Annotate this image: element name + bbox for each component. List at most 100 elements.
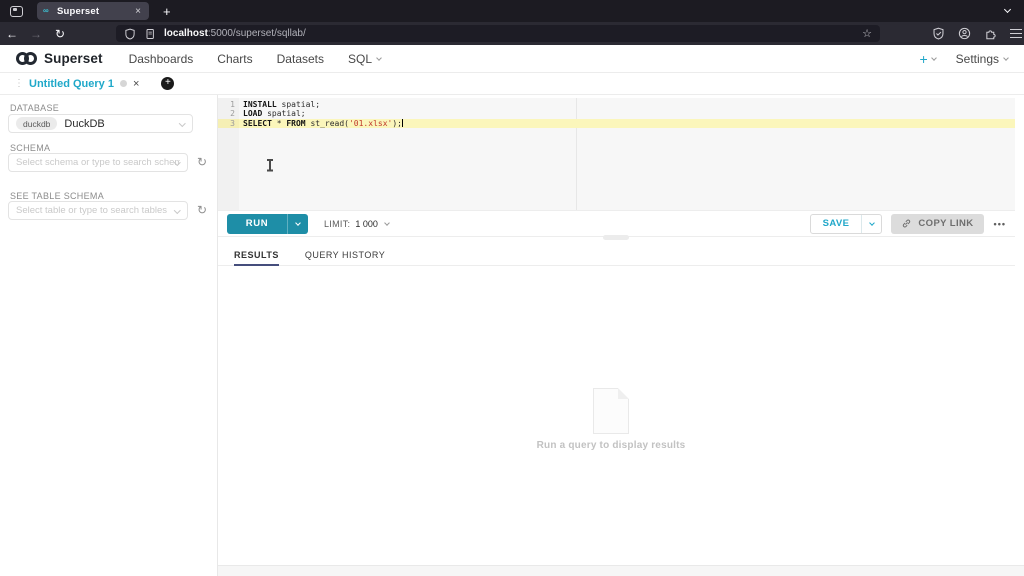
results-tab-bar: RESULTS QUERY HISTORY [218,246,1015,266]
database-value: DuckDB [64,118,104,130]
line-number-active: 3 [218,119,239,128]
save-button-group: SAVE [810,214,883,234]
line-number: 2 [218,109,239,118]
tab-close-icon[interactable]: × [133,6,143,17]
new-content-button[interactable]: + [919,51,935,67]
app-nav-bar: Superset Dashboards Charts Datasets SQL … [0,45,1024,73]
page-info-icon[interactable] [144,28,156,40]
nav-item-dashboards[interactable]: Dashboards [129,52,194,66]
sql-text: ); [392,119,402,128]
run-button-group: RUN [227,214,308,234]
tab-results[interactable]: RESULTS [234,246,279,266]
logo-ring-right [24,52,37,65]
sql-keyword: SELECT [243,119,272,128]
refresh-schemas-icon[interactable]: ↻ [197,155,207,169]
database-select[interactable]: duckdb DuckDB [8,114,193,133]
tab-list-chevron-icon[interactable] [1004,6,1011,13]
reload-icon[interactable]: ↻ [48,27,72,41]
refresh-tables-icon[interactable]: ↻ [197,203,207,217]
code-line[interactable]: LOAD spatial; [239,109,1015,118]
chevron-down-icon [384,220,390,226]
sql-lab-sidebar: DATABASE duckdb DuckDB SCHEMA Select sch… [0,95,218,576]
save-options-button[interactable] [861,215,881,233]
run-button[interactable]: RUN [227,214,287,234]
query-tab-active[interactable]: ⋮ Untitled Query 1 × [8,73,145,95]
save-button[interactable]: SAVE [811,215,862,233]
add-query-tab-button[interactable]: + [161,77,174,90]
schema-label: SCHEMA [10,143,50,153]
sql-text: st_read( [306,119,349,128]
limit-dropdown[interactable]: LIMIT: 1 000 [324,219,389,229]
line-number: 1 [218,100,239,109]
superset-logo-icon[interactable]: Superset [16,51,103,66]
limit-label: LIMIT: [324,219,350,229]
schema-select[interactable]: Select schema or type to search schemas [8,153,188,172]
shield-icon[interactable] [124,28,136,40]
chevron-down-icon [179,120,185,126]
chevron-down-icon [174,207,180,213]
sql-text: spatial; [262,109,305,118]
screen: ∞ Superset × + ← → ↻ localhost:5000/supe… [0,0,1024,576]
mouse-ibeam-cursor [266,159,274,171]
panel-resize-handle[interactable] [603,235,629,240]
forward-icon[interactable]: → [24,27,48,41]
app-nav-right: + Settings [919,45,1008,73]
url-text: localhost:5000/superset/sqllab/ [164,28,862,39]
new-tab-button[interactable]: + [163,4,171,19]
brand-name: Superset [44,51,103,66]
run-options-button[interactable] [287,214,308,234]
table-select[interactable]: Select table or type to search tables [8,201,188,220]
editor-gutter: 1 2 3 [218,98,239,210]
query-tab-label: Untitled Query 1 [29,78,114,90]
code-line-active[interactable]: SELECT * FROM st_read('01.xlsx'); [239,119,1015,128]
nav-item-charts[interactable]: Charts [217,52,252,66]
sql-keyword: LOAD [243,109,262,118]
settings-menu[interactable]: Settings [956,52,1008,66]
browser-nav-bar: ← → ↻ localhost:5000/superset/sqllab/ ☆ [0,22,1024,45]
menu-icon[interactable] [1010,33,1022,35]
query-status-dot [120,80,127,87]
code-line[interactable]: INSTALL spatial; [239,100,1015,109]
sql-keyword: INSTALL [243,100,277,109]
firefox-view-icon[interactable] [10,6,23,17]
nav-item-sql[interactable]: SQL [348,52,381,66]
browser-toolbar-icons [932,27,1022,40]
editor-toolbar: RUN LIMIT: 1 000 SAVE COPY LINK ••• [218,210,1015,237]
tab-query-history[interactable]: QUERY HISTORY [305,246,385,266]
see-table-schema-label: SEE TABLE SCHEMA [10,191,104,201]
empty-results-message: Run a query to display results [461,440,761,451]
sql-text: spatial; [277,100,320,109]
bookmark-star-icon[interactable]: ☆ [862,27,872,40]
copy-link-label: COPY LINK [918,218,973,229]
nav-item-datasets[interactable]: Datasets [277,52,324,66]
drag-handle-icon[interactable]: ⋮ [14,78,23,89]
editor-code-area[interactable]: INSTALL spatial; LOAD spatial; SELECT * … [239,98,1015,210]
table-placeholder: Select table or type to search tables [16,205,167,216]
more-options-button[interactable]: ••• [994,219,1006,229]
sql-keyword: FROM [286,119,305,128]
chevron-down-icon [869,220,875,226]
tracking-protection-icon[interactable] [932,27,945,40]
back-icon[interactable]: ← [0,27,24,41]
browser-tab-title: Superset [57,6,133,17]
results-scrollbar-track[interactable] [218,565,1024,576]
nav-item-sql-label: SQL [348,52,372,66]
schema-placeholder: Select schema or type to search schemas [16,157,180,168]
url-path: :5000/superset/sqllab/ [208,28,306,39]
account-icon[interactable] [958,27,971,40]
chevron-down-icon [931,55,937,61]
settings-label: Settings [956,52,999,66]
app-nav-items: Dashboards Charts Datasets SQL [129,52,381,66]
database-label: DATABASE [10,103,59,113]
chevron-down-icon [295,220,301,226]
browser-tab-strip: ∞ Superset × + [0,0,1024,22]
chevron-down-icon [1003,55,1009,61]
chevron-down-icon [376,55,382,61]
url-bar[interactable]: localhost:5000/superset/sqllab/ ☆ [116,25,880,42]
extensions-icon[interactable] [984,27,997,40]
query-tab-close-icon[interactable]: × [133,78,139,90]
sql-text: * [272,119,286,128]
copy-link-button[interactable]: COPY LINK [891,214,983,234]
sql-editor[interactable]: 1 2 3 INSTALL spatial; LOAD spatial; SEL… [218,98,1015,210]
browser-tab[interactable]: ∞ Superset × [37,2,149,20]
